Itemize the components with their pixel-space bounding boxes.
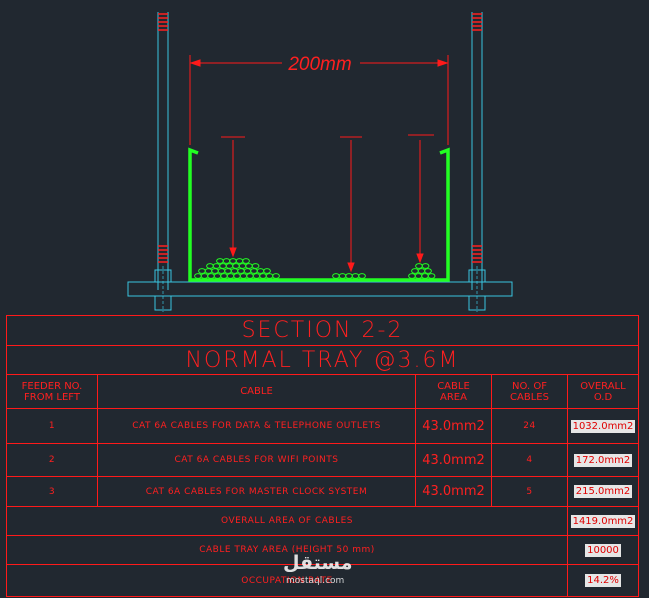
cable-circle	[259, 273, 267, 279]
cable-circle	[242, 258, 250, 264]
cable-circle	[263, 268, 271, 274]
cable-circle	[232, 263, 240, 269]
row1-count: 24	[492, 409, 568, 444]
cable-circle	[256, 268, 265, 274]
cable-circle	[411, 268, 419, 274]
cable-circle	[332, 273, 340, 279]
cable-circle	[229, 258, 237, 264]
cable-circle	[219, 263, 227, 269]
summary-occupation-value: 14.2%	[585, 574, 621, 587]
cable-circle	[421, 263, 430, 269]
cable-circle	[220, 273, 228, 279]
cable-circle	[238, 263, 247, 269]
row3-feeder: 3	[7, 477, 98, 507]
cable-circle	[200, 273, 209, 279]
header-feeder: FEEDER NO. FROM LEFT	[7, 375, 98, 409]
row1-cable: CAT 6A CABLES FOR DATA & TELEPHONE OUTLE…	[98, 409, 416, 444]
cable-circle	[427, 273, 436, 279]
cable-circle	[212, 263, 221, 269]
cable-circle	[424, 268, 432, 274]
cable-circle	[246, 273, 254, 279]
row1-overall: 1032.0mm2	[568, 409, 638, 444]
cable-circle	[421, 273, 429, 279]
row2-count: 4	[492, 444, 568, 477]
dimension-label: 200mm	[287, 54, 351, 75]
cable-circle	[265, 273, 274, 279]
row1-feeder: 1	[7, 409, 98, 444]
cable-circle	[216, 258, 224, 264]
cable-circle	[233, 273, 241, 279]
cable-circle	[338, 273, 347, 279]
cable-circle	[211, 268, 219, 274]
cable-circle	[194, 273, 202, 279]
cable-bundles	[194, 258, 436, 279]
summary-overall-area-label: OVERALL AREA OF CABLES	[7, 507, 568, 536]
cable-circle	[251, 263, 260, 269]
row3-area: 43.0mm2	[416, 477, 492, 507]
right-threaded-rod	[468, 12, 486, 312]
row2-area: 43.0mm2	[416, 444, 492, 477]
cable-circle	[415, 263, 423, 269]
cable-circle	[252, 273, 261, 279]
cable-circle	[250, 268, 258, 274]
row3-cable: CAT 6A CABLES FOR MASTER CLOCK SYSTEM	[98, 477, 416, 507]
tray-section-drawing: 200mm	[127, 12, 513, 312]
cable-circle	[224, 268, 232, 274]
header-count: NO. OF CABLES	[492, 375, 568, 409]
cable-circle	[222, 258, 231, 264]
header-area: CABLE AREA	[416, 375, 492, 409]
row2-cable: CAT 6A CABLES FOR WIFI POINTS	[98, 444, 416, 477]
row3-count: 5	[492, 477, 568, 507]
cable-circle	[237, 268, 245, 274]
cable-circle	[408, 273, 416, 279]
row3-overall: 215.0mm2	[568, 477, 638, 507]
cable-circle	[272, 273, 280, 279]
support-channel	[127, 281, 513, 297]
row2-feeder: 2	[7, 444, 98, 477]
cable-circle	[198, 268, 206, 274]
summary-tray-area-value: 10000	[568, 536, 638, 565]
cable-tray	[188, 147, 450, 282]
leader-arrows	[221, 134, 434, 273]
header-cable: CABLE	[98, 375, 416, 409]
cable-circle	[207, 273, 215, 279]
cable-circle	[225, 263, 234, 269]
cable-circle	[213, 273, 222, 279]
cable-circle	[414, 273, 423, 279]
cable-circle	[345, 273, 353, 279]
header-overall: OVERALL O.D	[568, 375, 638, 409]
cable-circle	[204, 268, 213, 274]
row2-overall: 172.0mm2	[568, 444, 638, 477]
cable-circle	[230, 268, 239, 274]
cable-circle	[417, 268, 426, 274]
cable-circle	[206, 263, 214, 269]
row1-area: 43.0mm2	[416, 409, 492, 444]
table-subtitle: NORMAL TRAY @3.6M	[7, 346, 638, 375]
cable-circle	[217, 268, 226, 274]
left-threaded-rod	[154, 12, 172, 312]
cable-circle	[235, 258, 244, 264]
cable-circle	[358, 273, 366, 279]
watermark-logo: مستقل	[283, 552, 353, 574]
cable-circle	[226, 273, 235, 279]
cable-circle	[351, 273, 360, 279]
table-title: SECTION 2-2	[7, 316, 638, 346]
watermark-url: mostaql.com	[286, 576, 345, 586]
summary-overall-area-value: 1419.0mm2	[568, 507, 638, 536]
cable-circle	[243, 268, 252, 274]
cable-circle	[245, 263, 253, 269]
cable-circle	[239, 273, 248, 279]
